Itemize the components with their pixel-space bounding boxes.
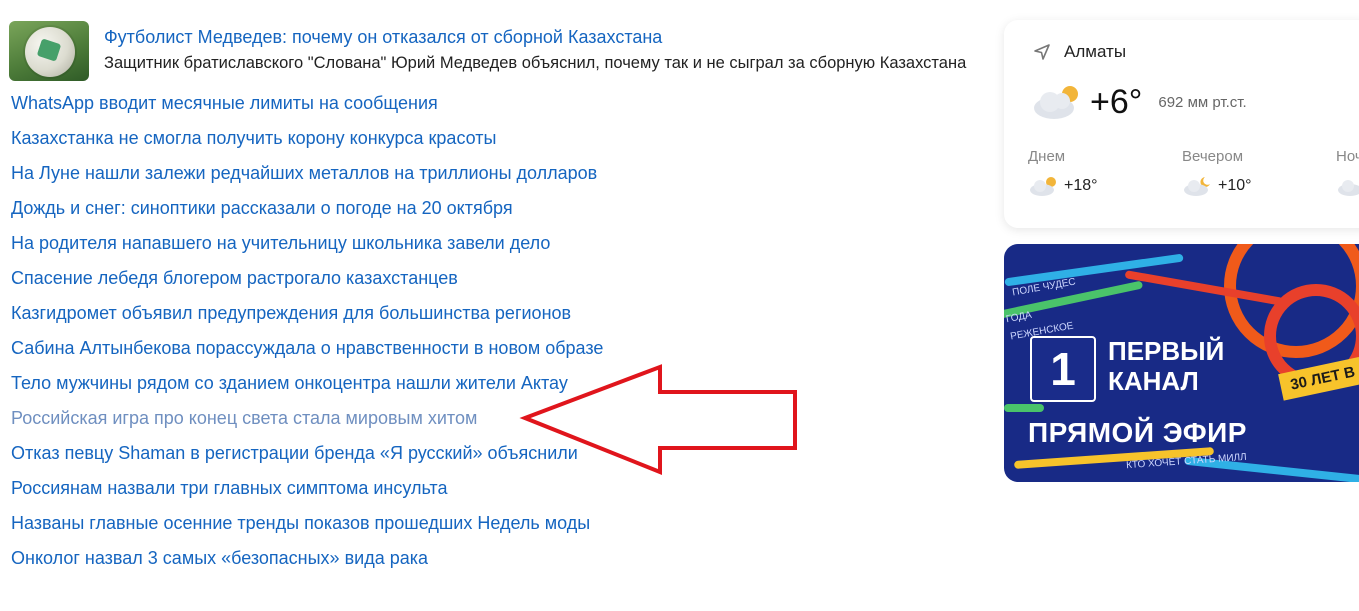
cloud-icon — [1338, 180, 1359, 196]
red-arrow-annotation — [519, 364, 797, 475]
football-image — [25, 27, 75, 77]
weather-current: +6° 692 мм рт.ст. — [1030, 82, 1247, 122]
forecast-day-label: Днем — [1028, 148, 1066, 165]
news-link[interactable]: Дождь и снег: синоптики рассказали о пог… — [11, 196, 603, 231]
news-link[interactable]: Казахстанка не смогла получить корону ко… — [11, 126, 603, 161]
news-link[interactable]: Казгидромет объявил предупреждения для б… — [11, 301, 603, 336]
channel-name: ПЕРВЫЙ КАНАЛ — [1108, 336, 1224, 396]
live-label: ПРЯМОЙ ЭФИР — [1028, 417, 1247, 448]
channel-one-logo: 1 — [1030, 336, 1096, 402]
news-list: WhatsApp вводит месячные лимиты на сообщ… — [11, 91, 603, 581]
weather-widget[interactable]: Алматы +6° 692 мм рт.ст. Днем +18° Вечер… — [1004, 20, 1359, 228]
news-link[interactable]: WhatsApp вводит месячные лимиты на сообщ… — [11, 91, 603, 126]
tv-live-banner[interactable]: ПОЛЕ ЧУДЕС ГОДА РЕЖЕНСКОЕ КТО ХОЧЕТ СТАТ… — [1004, 244, 1359, 482]
forecast-night: Ночью — [1336, 148, 1359, 197]
news-link[interactable]: На Луне нашли залежи редчайших металлов … — [11, 161, 603, 196]
forecast-night-label: Ночью — [1336, 148, 1359, 165]
featured-description: Защитник братиславского "Слована" Юрий М… — [104, 54, 967, 72]
pressure: 692 мм рт.ст. — [1158, 93, 1247, 111]
featured-thumbnail[interactable] — [9, 21, 89, 81]
channel-name-line2: КАНАЛ — [1108, 366, 1199, 396]
location-arrow-icon — [1034, 44, 1050, 60]
forecast-day-temp: +18° — [1064, 177, 1098, 194]
forecast-evening-temp: +10° — [1218, 177, 1252, 194]
news-link[interactable]: Названы главные осенние тренды показов п… — [11, 511, 603, 546]
cloud-moon-icon — [1184, 177, 1210, 196]
news-link[interactable]: Онколог назвал 3 самых «безопасных» вида… — [11, 546, 603, 581]
current-temperature: +6° — [1090, 82, 1143, 121]
weather-location[interactable]: Алматы — [1032, 42, 1126, 62]
featured-news[interactable]: Футболист Медведев: почему он отказался … — [9, 21, 979, 81]
cloud-sun-icon — [1034, 86, 1078, 119]
channel-name-line1: ПЕРВЫЙ — [1108, 336, 1225, 366]
cloud-sun-icon — [1030, 177, 1056, 196]
news-link[interactable]: Россиянам назвали три главных симптома и… — [11, 476, 603, 511]
forecast-evening: Вечером +10° — [1182, 148, 1252, 197]
news-link[interactable]: Спасение лебедя блогером растрогало каза… — [11, 266, 603, 301]
forecast-day: Днем +18° — [1028, 148, 1098, 197]
featured-title[interactable]: Футболист Медведев: почему он отказался … — [104, 27, 662, 48]
forecast-evening-label: Вечером — [1182, 148, 1244, 165]
weather-city: Алматы — [1064, 42, 1127, 61]
news-link[interactable]: На родителя напавшего на учительницу шко… — [11, 231, 603, 266]
decor-streak — [1004, 404, 1044, 412]
